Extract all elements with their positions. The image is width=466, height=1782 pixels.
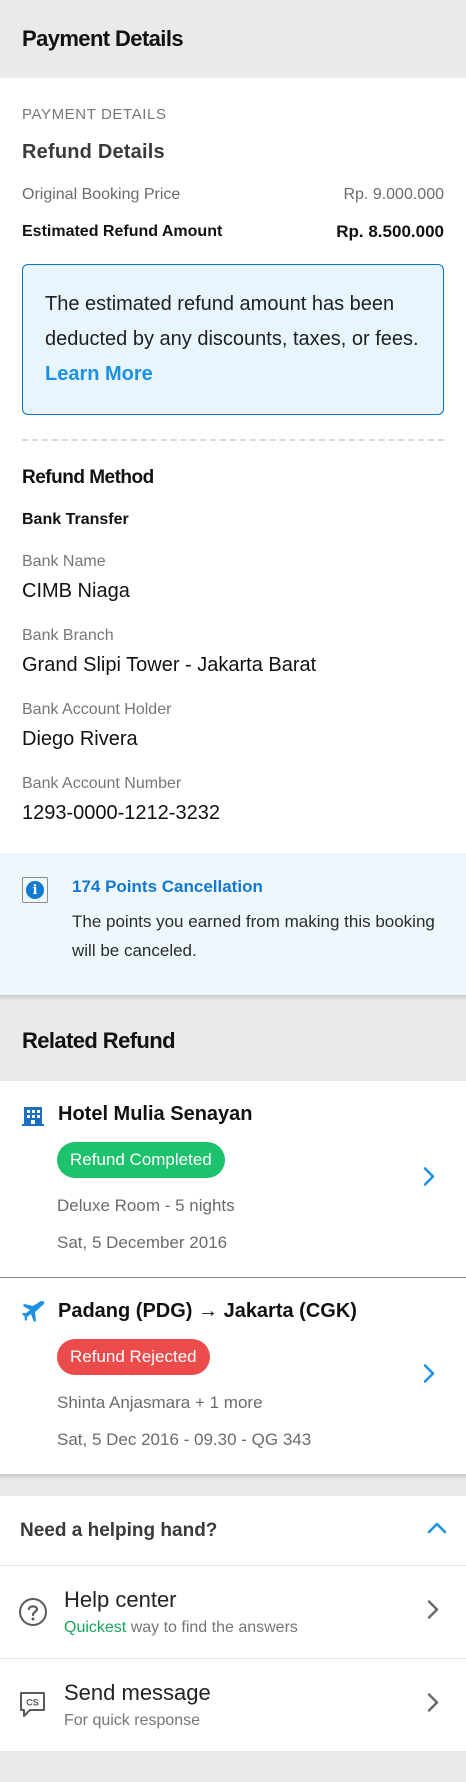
help-center-title: Help center xyxy=(64,1587,177,1612)
bank-name-value: CIMB Niaga xyxy=(22,580,130,602)
help-toggle[interactable]: Need a helping hand? xyxy=(0,1496,466,1566)
hotel-icon xyxy=(22,1104,46,1126)
hotel-name: Hotel Mulia Senayan xyxy=(58,1103,253,1125)
estimated-refund-row: Estimated Refund Amount Rp. 8.500.000 xyxy=(22,222,444,242)
hotel-room-info: Deluxe Room - 5 nights xyxy=(57,1196,235,1215)
page-header: Payment Details xyxy=(0,0,466,78)
refund-method-type: Bank Transfer xyxy=(22,511,129,528)
send-message-item[interactable]: CS Send message For quick response xyxy=(0,1659,466,1752)
related-refund-item-hotel[interactable]: Hotel Mulia Senayan Refund Completed Del… xyxy=(0,1081,466,1277)
chevron-right-icon[interactable] xyxy=(422,1166,436,1193)
chat-cs-icon: CS xyxy=(18,1690,48,1720)
points-description: The points you earned from making this b… xyxy=(72,912,435,960)
section-shadow xyxy=(0,1474,466,1480)
bank-branch-label: Bank Branch xyxy=(22,627,114,644)
help-question: Need a helping hand? xyxy=(20,1519,218,1541)
info-icon: i xyxy=(22,877,48,903)
related-refund-title: Related Refund xyxy=(22,1028,176,1053)
plane-icon xyxy=(22,1300,46,1323)
related-refund-header: Related Refund xyxy=(0,1001,466,1081)
related-refund-list: Hotel Mulia Senayan Refund Completed Del… xyxy=(0,1081,466,1474)
account-number-value: 1293-0000-1212-3232 xyxy=(22,802,220,824)
flight-route: Padang (PDG) → Jakarta (CGK) xyxy=(58,1300,357,1322)
original-price-row: Original Booking Price Rp. 9.000.000 xyxy=(22,186,444,204)
status-badge-rejected: Refund Rejected xyxy=(57,1339,210,1375)
chevron-up-icon[interactable] xyxy=(426,1521,448,1540)
status-badge-completed: Refund Completed xyxy=(57,1142,225,1178)
refund-info-note: The estimated refund amount has been ded… xyxy=(22,264,444,415)
estimated-refund-value: Rp. 8.500.000 xyxy=(336,222,444,241)
help-center-subtitle: Quickest way to find the answers xyxy=(64,1619,298,1636)
account-holder-value: Diego Rivera xyxy=(22,728,138,750)
divider xyxy=(22,439,444,441)
refund-note-text: The estimated refund amount has been ded… xyxy=(45,293,419,350)
refund-method-heading: Refund Method xyxy=(22,467,154,488)
points-title: 174 Points Cancellation xyxy=(72,877,263,896)
payment-details-card: PAYMENT DETAILS Refund Details Original … xyxy=(0,78,466,853)
payment-overline: PAYMENT DETAILS xyxy=(22,106,167,123)
bank-branch-value: Grand Slipi Tower - Jakarta Barat xyxy=(22,654,317,676)
hotel-date: Sat, 5 December 2016 xyxy=(57,1233,228,1252)
account-number-label: Bank Account Number xyxy=(22,775,182,792)
bank-name-label: Bank Name xyxy=(22,553,106,570)
svg-text:CS: CS xyxy=(26,1698,39,1708)
send-message-title: Send message xyxy=(64,1680,211,1705)
learn-more-link[interactable]: Learn More xyxy=(45,363,153,385)
chevron-right-icon[interactable] xyxy=(426,1599,440,1626)
estimated-refund-label: Estimated Refund Amount xyxy=(22,223,223,240)
send-message-subtitle: For quick response xyxy=(64,1712,201,1729)
chevron-right-icon[interactable] xyxy=(422,1363,436,1390)
help-center-item[interactable]: Help center Quickest way to find the ans… xyxy=(0,1566,466,1659)
related-refund-item-flight[interactable]: Padang (PDG) → Jakarta (CGK) Refund Reje… xyxy=(0,1277,466,1474)
original-price-value: Rp. 9.000.000 xyxy=(343,186,444,203)
original-price-label: Original Booking Price xyxy=(22,186,181,203)
page-title: Payment Details xyxy=(22,26,184,51)
chevron-right-icon[interactable] xyxy=(426,1692,440,1719)
points-cancellation-banner: i 174 Points Cancellation The points you… xyxy=(0,853,466,995)
help-section: Need a helping hand? Help center Quickes… xyxy=(0,1496,466,1752)
account-holder-label: Bank Account Holder xyxy=(22,701,172,718)
refund-details-heading: Refund Details xyxy=(22,141,165,163)
flight-passengers: Shinta Anjasmara + 1 more xyxy=(57,1393,263,1412)
flight-date: Sat, 5 Dec 2016 - 09.30 - QG 343 xyxy=(57,1430,312,1449)
help-circle-icon xyxy=(18,1597,48,1627)
